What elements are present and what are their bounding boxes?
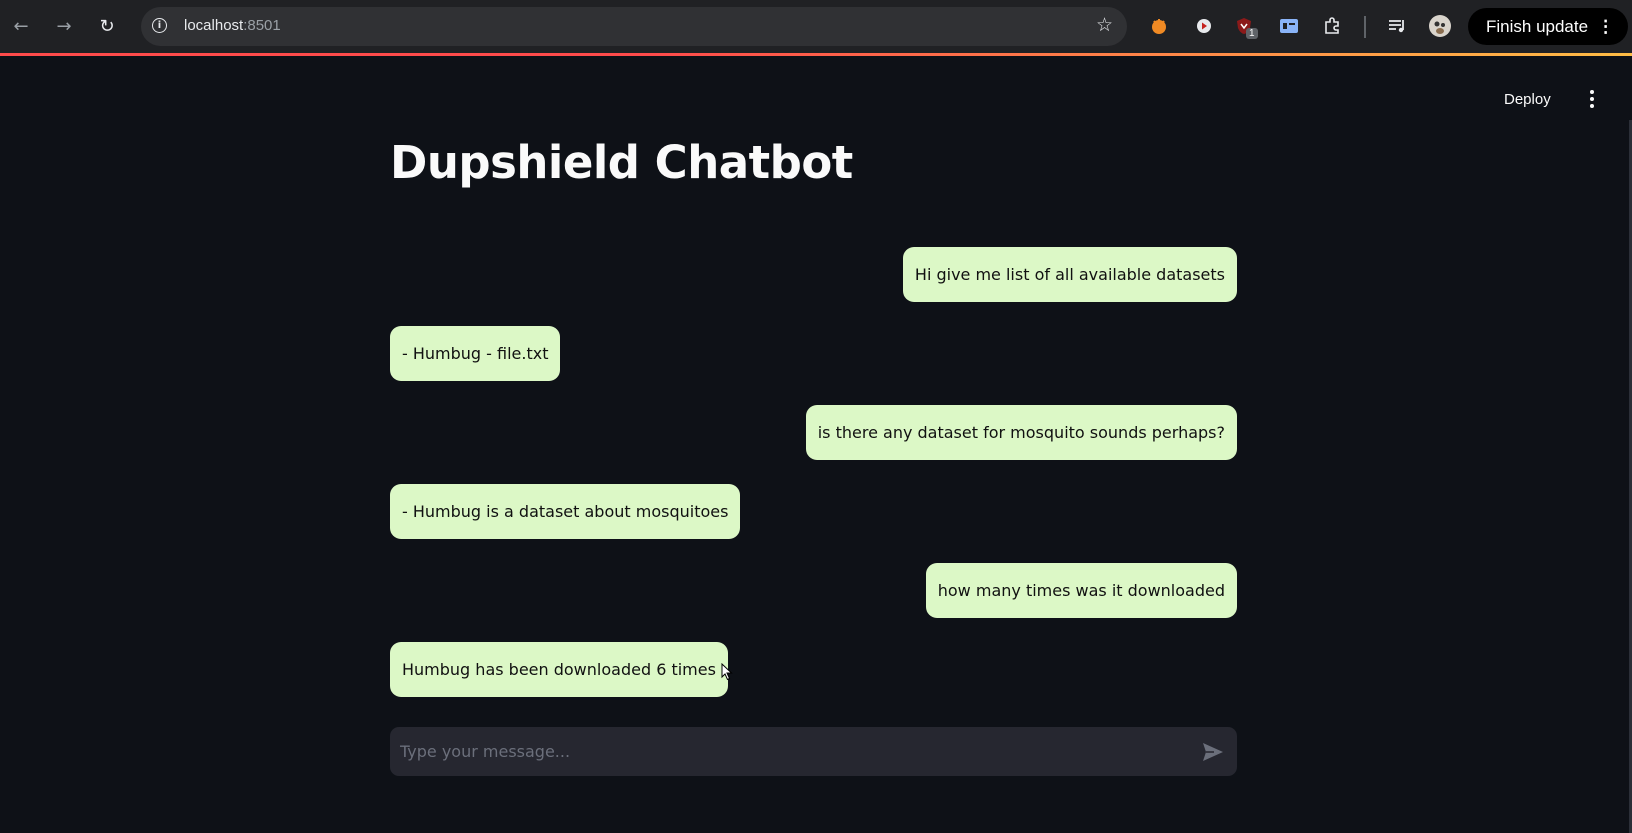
extension-record-icon[interactable] xyxy=(1192,14,1216,38)
deploy-button[interactable]: Deploy xyxy=(1498,87,1557,112)
assistant-message: Humbug has been downloaded 6 times xyxy=(390,642,728,697)
chat-input-container xyxy=(390,727,1237,776)
app-menu-icon[interactable] xyxy=(1582,88,1602,110)
user-message: how many times was it downloaded xyxy=(925,563,1237,618)
back-icon[interactable]: ← xyxy=(7,12,35,40)
page-title: Dupshield Chatbot xyxy=(390,136,853,189)
user-message: Hi give me list of all available dataset… xyxy=(902,247,1237,302)
forward-icon[interactable]: → xyxy=(50,12,78,40)
extension-hand-icon[interactable] xyxy=(1147,14,1171,38)
send-icon[interactable] xyxy=(1201,740,1225,764)
profile-avatar-icon[interactable] xyxy=(1428,14,1452,38)
toolbar-divider xyxy=(1364,16,1366,38)
extension-badge: 1 xyxy=(1246,28,1258,39)
info-icon[interactable]: i xyxy=(152,18,167,33)
user-message: is there any dataset for mosquito sounds… xyxy=(805,405,1237,460)
address-bar[interactable]: i localhost:8501 ☆ xyxy=(141,7,1127,46)
extension-keyboard-icon[interactable] xyxy=(1277,14,1301,38)
extensions-puzzle-icon[interactable] xyxy=(1320,14,1344,38)
reload-icon[interactable]: ↻ xyxy=(93,12,121,40)
finish-update-label: Finish update xyxy=(1486,16,1589,36)
url-port: :8501 xyxy=(243,17,281,34)
page-load-bar xyxy=(0,53,1632,56)
bookmark-star-icon[interactable]: ☆ xyxy=(1096,14,1113,36)
assistant-message: - Humbug is a dataset about mosquitoes xyxy=(390,484,741,539)
more-icon: ⋮ xyxy=(1597,16,1615,36)
browser-toolbar: ← → ↻ i localhost:8501 ☆ 1 Finish update… xyxy=(0,0,1632,53)
url-text[interactable]: localhost:8501 xyxy=(184,17,281,34)
media-control-icon[interactable] xyxy=(1385,14,1409,38)
mouse-cursor-icon xyxy=(721,663,733,681)
url-host: localhost xyxy=(184,17,244,34)
chat-message-input[interactable] xyxy=(390,727,1190,776)
assistant-message: - Humbug - file.txt xyxy=(390,326,561,381)
finish-update-button[interactable]: Finish update ⋮ xyxy=(1468,8,1628,45)
